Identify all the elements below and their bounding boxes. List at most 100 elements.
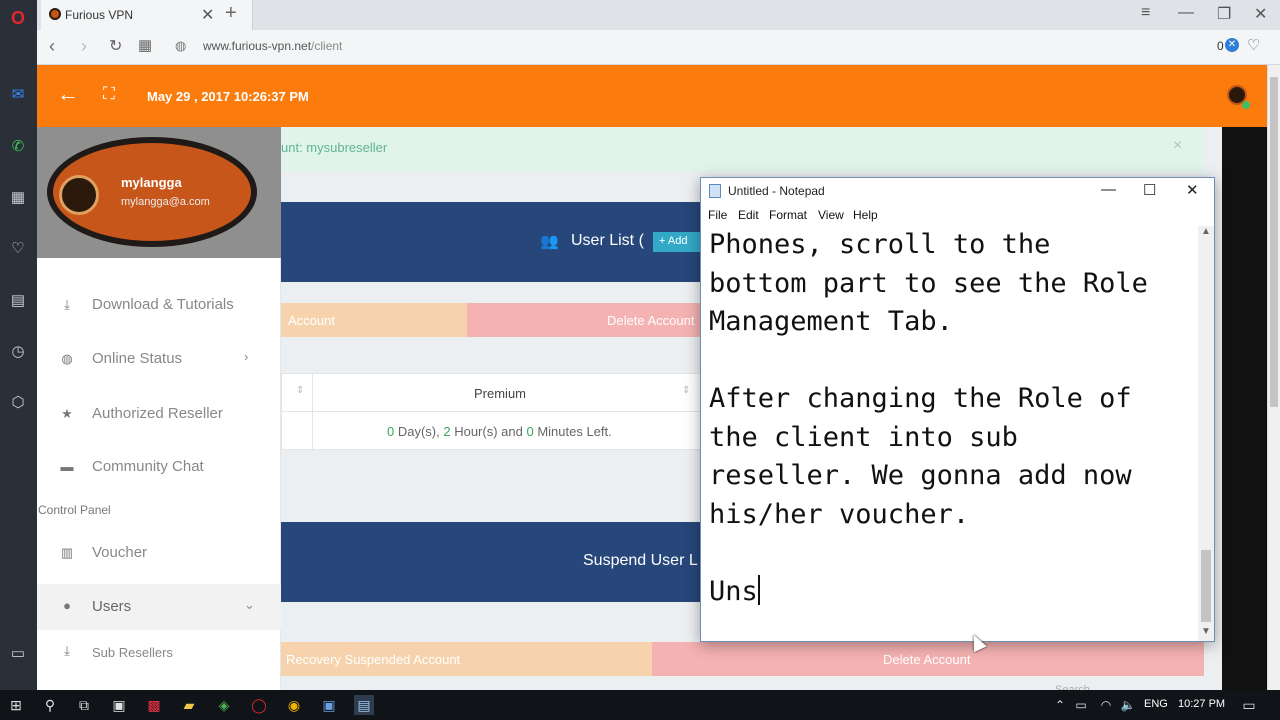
sort-icon[interactable]: ⇕ bbox=[296, 385, 304, 396]
site-header: ← ⛶ May 29 , 2017 10:26:37 PM bbox=[37, 65, 1270, 127]
back-arrow-icon[interactable]: ← bbox=[57, 81, 79, 107]
notepad-title: Untitled - Notepad bbox=[728, 184, 825, 198]
opera-logo-icon[interactable]: O bbox=[8, 8, 28, 28]
success-alert: unt: mysubreseller × bbox=[281, 128, 1204, 172]
account-button[interactable]: Account bbox=[281, 303, 467, 337]
online-status-dot bbox=[1242, 101, 1250, 109]
wifi-icon[interactable]: ◠ bbox=[1096, 695, 1116, 715]
mail-app-icon[interactable]: ▩ bbox=[144, 695, 164, 715]
volume-mute-icon[interactable]: 🔈 bbox=[1118, 695, 1138, 715]
scroll-down-icon[interactable]: ▼ bbox=[1201, 626, 1211, 637]
news-icon[interactable]: ▤ bbox=[8, 290, 28, 310]
opera-taskbar-icon[interactable]: ◯ bbox=[249, 695, 269, 715]
delete-suspended-button[interactable]: Delete Account bbox=[652, 642, 1204, 676]
notepad-maximize-icon[interactable]: ☐ bbox=[1143, 181, 1156, 199]
tab-menu-icon[interactable]: ≡ bbox=[1141, 4, 1150, 22]
ad-block-count: 0 bbox=[1217, 39, 1224, 53]
chrome-icon[interactable]: ◉ bbox=[284, 695, 304, 715]
notepad-text-area[interactable]: Phones, scroll to the bottom part to see… bbox=[709, 226, 1193, 638]
speed-dial-icon[interactable]: ▦ bbox=[8, 187, 28, 207]
tab-strip: Furious VPN ✕ + ≡ — ❐ ✕ bbox=[37, 0, 1280, 30]
sidebar-item-authorized-reseller[interactable]: ★ Authorized Reseller bbox=[37, 394, 281, 434]
restore-icon[interactable]: ❐ bbox=[1217, 4, 1231, 24]
text-caret bbox=[757, 574, 760, 605]
history-icon[interactable]: ◷ bbox=[8, 341, 28, 361]
column-divider bbox=[312, 374, 313, 451]
right-dark-edge bbox=[1222, 127, 1270, 690]
alert-close-icon[interactable]: × bbox=[1173, 137, 1182, 155]
action-center-icon[interactable]: ▭ bbox=[1239, 695, 1259, 715]
close-window-icon[interactable]: ✕ bbox=[1254, 4, 1267, 24]
minimize-icon[interactable]: — bbox=[1178, 4, 1194, 22]
menu-help[interactable]: Help bbox=[853, 208, 878, 222]
sidebar-item-sub-resellers[interactable]: ⤓ Sub Resellers bbox=[37, 637, 281, 677]
scroll-up-icon[interactable]: ▲ bbox=[1201, 226, 1211, 237]
notepad-titlebar[interactable]: Untitled - Notepad — ☐ ✕ bbox=[701, 178, 1214, 204]
sidebar-item-community-chat[interactable]: ▬ Community Chat bbox=[37, 447, 281, 487]
tray-chevron-icon[interactable]: ⌃ bbox=[1050, 695, 1070, 715]
sidebar-item-online-status[interactable]: ◍ Online Status › bbox=[37, 339, 281, 379]
sidebar-item-download[interactable]: ⤓ Download & Tutorials bbox=[37, 285, 281, 325]
bookmark-heart-icon[interactable]: ♡ bbox=[1247, 36, 1260, 54]
profile-email: mylangga@a.com bbox=[121, 196, 210, 208]
file-explorer-icon[interactable]: ▰ bbox=[179, 695, 199, 715]
time-left-cell: 0 Day(s), 2 Hour(s) and 0 Minutes Left. bbox=[387, 424, 612, 439]
reload-icon[interactable]: ↻ bbox=[109, 36, 122, 56]
browser-scroll-thumb[interactable] bbox=[1270, 77, 1278, 407]
profile-panel: mylangga mylangga@a.com bbox=[37, 127, 281, 258]
sub-resellers-icon: ⤓ bbox=[64, 643, 70, 658]
tab-close-icon[interactable]: ✕ bbox=[201, 5, 214, 25]
url-text: www.furious-vpn.net/client bbox=[203, 39, 343, 53]
clock[interactable]: 10:27 PM bbox=[1178, 698, 1225, 710]
notepad-scrollbar[interactable]: ▲ ▼ bbox=[1198, 226, 1214, 641]
url-field[interactable]: ◍ www.furious-vpn.net/client bbox=[165, 35, 1265, 59]
suspended-actions-row: Recovery Suspended Account Delete Accoun… bbox=[281, 642, 1204, 696]
speed-dial-grid-icon[interactable]: ▦ bbox=[138, 36, 152, 54]
notepad-window[interactable]: Untitled - Notepad — ☐ ✕ File Edit Forma… bbox=[700, 177, 1215, 642]
ad-block-icon[interactable]: ✕ bbox=[1225, 38, 1239, 52]
notepad-scroll-thumb[interactable] bbox=[1201, 550, 1211, 622]
notepad-taskbar-icon[interactable]: ▤ bbox=[354, 695, 374, 715]
battery-icon[interactable]: ▭ bbox=[1071, 695, 1091, 715]
notepad-icon bbox=[709, 184, 721, 198]
whatsapp-icon[interactable]: ✆ bbox=[8, 136, 28, 156]
user-icon: ● bbox=[63, 598, 71, 613]
task-view-icon[interactable]: ⧉ bbox=[74, 695, 94, 715]
notepad-menubar: File Edit Format View Help bbox=[701, 204, 1214, 226]
recovery-suspended-button[interactable]: Recovery Suspended Account bbox=[281, 642, 652, 676]
menu-edit[interactable]: Edit bbox=[738, 208, 759, 222]
messenger-icon[interactable]: ✉ bbox=[8, 84, 28, 104]
heart-icon[interactable]: ♡ bbox=[8, 238, 28, 258]
column-header-premium[interactable]: Premium bbox=[474, 386, 526, 401]
tab-furious-vpn[interactable]: Furious VPN ✕ bbox=[41, 0, 253, 30]
site-sidebar: mylangga mylangga@a.com ⤓ Download & Tut… bbox=[37, 127, 281, 690]
sort-icon[interactable]: ⇕ bbox=[682, 385, 690, 396]
sidebar-item-voucher[interactable]: ▥ Voucher bbox=[37, 533, 281, 573]
sidebar-item-users[interactable]: ● Users ⌄ bbox=[37, 584, 281, 630]
search-icon[interactable]: ⚲ bbox=[40, 695, 60, 715]
chevron-right-icon: › bbox=[244, 349, 249, 364]
extensions-icon[interactable]: ⬡ bbox=[8, 392, 28, 412]
profile-avatar bbox=[59, 175, 99, 215]
notepad-close-icon[interactable]: ✕ bbox=[1186, 181, 1199, 199]
chevron-down-icon: ⌄ bbox=[244, 597, 255, 612]
suspend-user-title: Suspend User L bbox=[583, 552, 698, 569]
menu-view[interactable]: View bbox=[818, 208, 844, 222]
menu-file[interactable]: File bbox=[708, 208, 727, 222]
forward-icon[interactable]: › bbox=[81, 36, 87, 57]
fullscreen-icon[interactable]: ⛶ bbox=[103, 84, 115, 104]
sidebar-toggle-icon[interactable]: ▭ bbox=[8, 643, 28, 663]
store-icon[interactable]: ▣ bbox=[109, 695, 129, 715]
users-group-icon: 👥 bbox=[540, 233, 559, 250]
windows-start-icon[interactable]: ⊞ bbox=[6, 695, 26, 715]
notepad-minimize-icon[interactable]: — bbox=[1101, 181, 1116, 198]
windows-taskbar: ⊞ ⚲ ⧉ ▣ ▩ ▰ ◈ ◯ ◉ ▣ ▤ ⌃ ▭ ◠ 🔈 ENG 10:27 … bbox=[0, 690, 1280, 720]
new-tab-icon[interactable]: + bbox=[225, 2, 237, 25]
browser-scrollbar[interactable] bbox=[1267, 65, 1280, 690]
menu-format[interactable]: Format bbox=[769, 208, 807, 222]
app-icon[interactable]: ◈ bbox=[214, 695, 234, 715]
language-indicator[interactable]: ENG bbox=[1144, 698, 1168, 710]
back-icon[interactable]: ‹ bbox=[49, 36, 55, 57]
screen-recorder-icon[interactable]: ▣ bbox=[319, 695, 339, 715]
opera-sidebar: O ✉ ✆ ▦ ♡ ▤ ◷ ⬡ ▭ bbox=[0, 0, 37, 690]
